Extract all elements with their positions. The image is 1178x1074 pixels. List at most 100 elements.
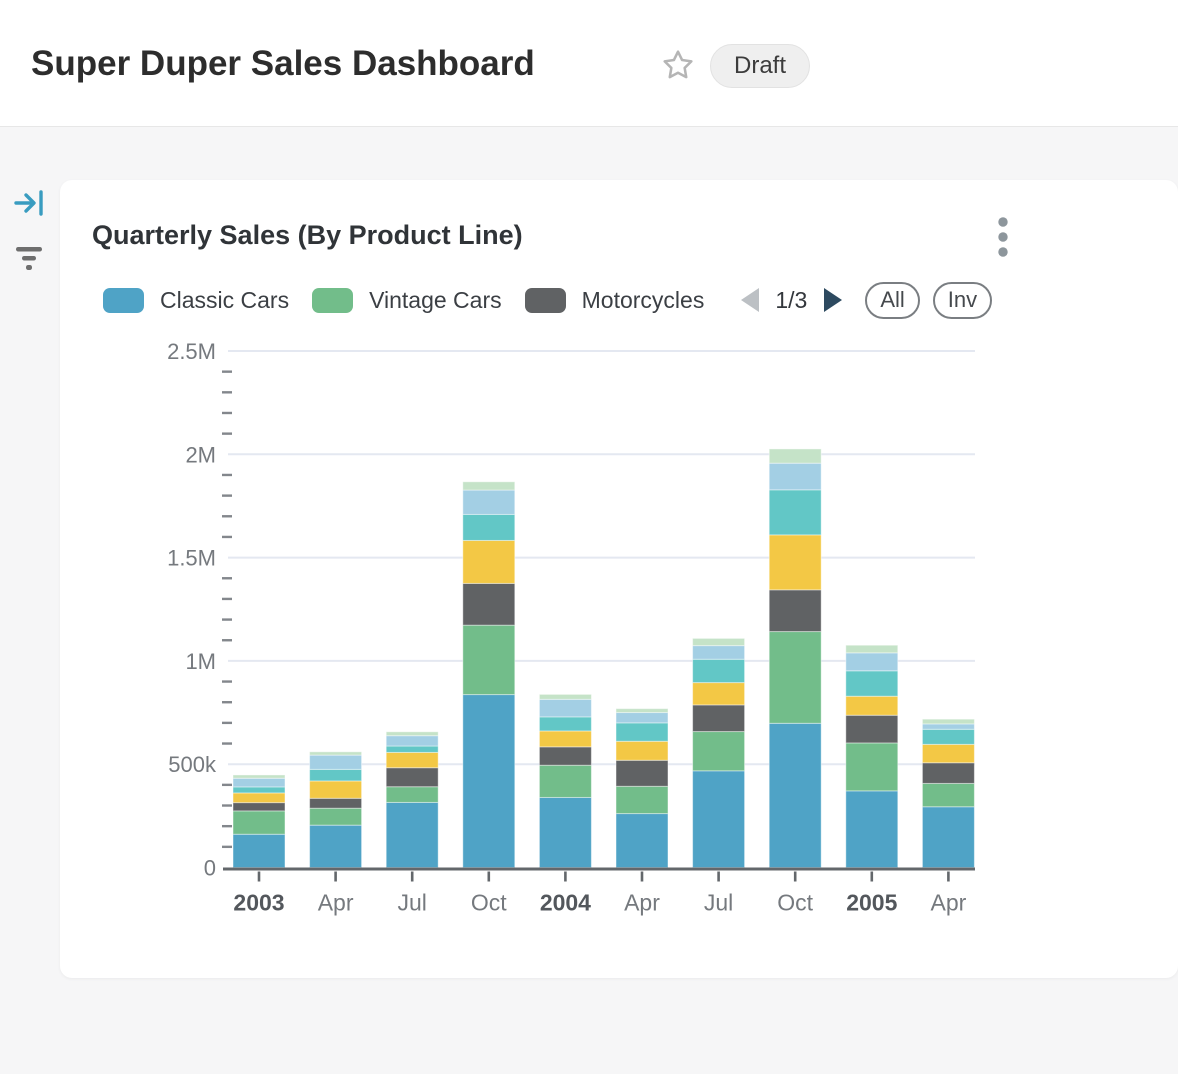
bar-segment[interactable] (463, 482, 515, 490)
arrow-to-bar-icon (13, 188, 45, 218)
card-menu-button[interactable] (990, 214, 1016, 262)
bar-segment[interactable] (922, 783, 974, 806)
bar-segment[interactable] (233, 793, 285, 803)
y-axis-label: 1M (185, 649, 216, 674)
bar-segment[interactable] (539, 765, 591, 797)
bar-segment[interactable] (463, 695, 515, 868)
quarterly-sales-stacked-bar-chart[interactable]: 0500k1M1.5M2M2.5M2003AprJulOct2004AprJul… (60, 320, 1020, 960)
bar-segment[interactable] (769, 535, 821, 590)
x-axis-label: Apr (931, 890, 967, 916)
legend-select-all-button[interactable]: All (865, 282, 919, 319)
bar-segment[interactable] (233, 811, 285, 834)
bar-segment[interactable] (693, 705, 745, 732)
legend-page-indicator: 1/3 (775, 287, 807, 314)
bar-segment[interactable] (769, 590, 821, 632)
legend-item[interactable]: Vintage Cars (312, 287, 502, 314)
bar-segment[interactable] (233, 778, 285, 787)
bar-segment[interactable] (693, 732, 745, 771)
y-axis-label: 2.5M (167, 339, 216, 364)
bar-segment[interactable] (233, 803, 285, 811)
legend-items: Classic Cars Vintage Cars Motorcycles (103, 287, 727, 314)
x-axis-label: 2003 (233, 890, 284, 916)
bar-segment[interactable] (463, 625, 515, 694)
bar-segment[interactable] (922, 763, 974, 784)
bar-segment[interactable] (693, 771, 745, 868)
favorite-star-icon[interactable] (660, 48, 696, 84)
bar-segment[interactable] (922, 729, 974, 744)
bar-segment[interactable] (922, 724, 974, 729)
bar-segment[interactable] (539, 747, 591, 765)
filter-button[interactable] (12, 244, 46, 276)
legend-swatch (312, 288, 353, 313)
bar-segment[interactable] (539, 717, 591, 731)
bar-segment[interactable] (310, 755, 362, 769)
bar-segment[interactable] (310, 752, 362, 755)
bar-segment[interactable] (386, 736, 438, 746)
legend-next-button[interactable] (822, 287, 844, 313)
bar-segment[interactable] (769, 632, 821, 724)
bar-segment[interactable] (463, 540, 515, 583)
bar-segment[interactable] (616, 786, 668, 813)
bar-segment[interactable] (769, 490, 821, 535)
star-outline-icon (661, 48, 695, 82)
legend-prev-button[interactable] (738, 287, 760, 313)
bar-segment[interactable] (922, 807, 974, 868)
bar-segment[interactable] (386, 802, 438, 867)
bar-segment[interactable] (539, 694, 591, 699)
bar-segment[interactable] (310, 808, 362, 825)
bar-segment[interactable] (386, 752, 438, 767)
x-axis-label: Oct (471, 890, 507, 916)
bar-segment[interactable] (769, 723, 821, 867)
legend-item-label: Classic Cars (160, 287, 289, 314)
bar-segment[interactable] (846, 653, 898, 671)
kebab-vertical-icon (997, 215, 1009, 259)
bar-segment[interactable] (693, 638, 745, 645)
bar-segment[interactable] (616, 741, 668, 760)
bar-segment[interactable] (386, 746, 438, 752)
bar-segment[interactable] (616, 709, 668, 713)
bar-segment[interactable] (310, 825, 362, 867)
bar-segment[interactable] (386, 787, 438, 803)
bar-segment[interactable] (539, 731, 591, 747)
bar-segment[interactable] (846, 743, 898, 791)
legend-invert-button[interactable]: Inv (933, 282, 992, 319)
bar-segment[interactable] (616, 723, 668, 741)
bar-segment[interactable] (463, 490, 515, 514)
bar-segment[interactable] (616, 814, 668, 868)
bar-segment[interactable] (922, 719, 974, 724)
bar-segment[interactable] (693, 659, 745, 682)
bar-segment[interactable] (539, 699, 591, 717)
bar-segment[interactable] (693, 646, 745, 660)
bar-segment[interactable] (233, 787, 285, 793)
bar-segment[interactable] (846, 715, 898, 743)
legend-item[interactable]: Motorcycles (525, 287, 705, 314)
bar-segment[interactable] (922, 744, 974, 762)
collapse-panel-button[interactable] (12, 188, 46, 220)
y-axis-label: 0 (204, 856, 216, 881)
bar-segment[interactable] (769, 449, 821, 463)
bar-segment[interactable] (539, 797, 591, 867)
bar-segment[interactable] (463, 583, 515, 625)
y-axis-label: 1.5M (167, 546, 216, 571)
bar-segment[interactable] (310, 798, 362, 808)
bar-segment[interactable] (310, 769, 362, 781)
bar-segment[interactable] (616, 713, 668, 723)
bar-segment[interactable] (693, 683, 745, 705)
bar-segment[interactable] (386, 768, 438, 787)
bar-segment[interactable] (386, 732, 438, 736)
bar-segment[interactable] (769, 463, 821, 490)
bar-segment[interactable] (846, 696, 898, 715)
bar-segment[interactable] (463, 514, 515, 540)
legend-item[interactable]: Classic Cars (103, 287, 289, 314)
bar-segment[interactable] (846, 791, 898, 868)
x-axis-label: Apr (624, 890, 660, 916)
x-axis-label: Apr (318, 890, 354, 916)
bar-segment[interactable] (846, 671, 898, 696)
bar-segment[interactable] (616, 760, 668, 786)
bar-segment[interactable] (846, 645, 898, 653)
bar-segment[interactable] (233, 834, 285, 867)
legend-pager: 1/3 (738, 287, 844, 314)
page-title: Super Duper Sales Dashboard (31, 44, 535, 84)
bar-segment[interactable] (233, 775, 285, 778)
bar-segment[interactable] (310, 781, 362, 798)
